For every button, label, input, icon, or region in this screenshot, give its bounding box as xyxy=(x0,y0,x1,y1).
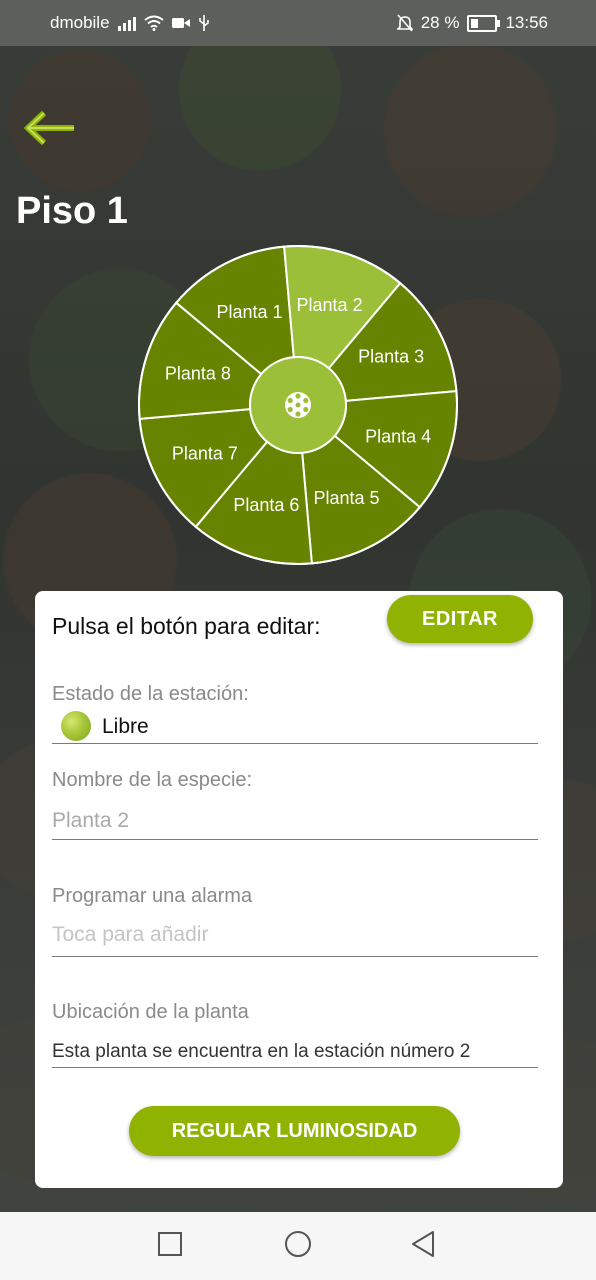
status-bar: dmobile 28 % 13:56 xyxy=(0,0,596,46)
species-input[interactable]: Planta 2 xyxy=(52,809,129,833)
divider xyxy=(52,743,538,744)
alarm-field[interactable]: Programar una alarma Toca para añadir xyxy=(52,885,538,957)
wheel-segment-label: Planta 3 xyxy=(358,347,424,367)
divider xyxy=(52,839,538,840)
species-field[interactable]: Nombre de la especie: Planta 2 xyxy=(52,769,538,841)
home-icon[interactable] xyxy=(284,1230,312,1258)
regulate-light-button[interactable]: REGULAR LUMINOSIDAD xyxy=(129,1106,460,1156)
location-value: Esta planta se encuentra en la estación … xyxy=(52,1041,471,1062)
status-indicator-icon xyxy=(61,711,91,741)
mute-bell-icon xyxy=(396,14,413,32)
station-status-value: Libre xyxy=(102,715,149,738)
location-label: Ubicación de la planta xyxy=(52,1001,249,1023)
signal-icon xyxy=(117,15,136,31)
wheel-segment-label: Planta 6 xyxy=(233,495,299,515)
wheel-segment-label: Planta 8 xyxy=(165,363,231,383)
wheel-segment-label: Planta 4 xyxy=(365,427,431,447)
alarm-label: Programar una alarma xyxy=(52,885,253,907)
clock-time: 13:56 xyxy=(505,13,548,32)
edit-button[interactable]: EDITAR xyxy=(387,595,533,643)
plant-wheel: Planta 1 Planta 2 Planta 3 Planta 4 Planta 5… xyxy=(138,245,458,565)
wifi-icon xyxy=(143,15,164,31)
location-field: Ubicación de la planta Esta planta se en… xyxy=(52,1001,538,1069)
edit-prompt: Pulsa el botón para editar: xyxy=(52,613,321,639)
wheel-segment-label: Planta 1 xyxy=(216,302,282,322)
station-status-label: Estado de la estación: xyxy=(52,683,249,705)
settings-compass-icon xyxy=(285,392,311,418)
divider xyxy=(52,1067,538,1068)
wheel-segment-label: Planta 7 xyxy=(172,443,238,463)
arrow-left-icon xyxy=(23,110,74,146)
alarm-input[interactable]: Toca para añadir xyxy=(52,923,208,947)
back-triangle-icon[interactable] xyxy=(410,1230,438,1258)
usb-icon xyxy=(198,15,209,31)
carrier-name: dmobile xyxy=(50,13,110,32)
wheel-segment-label: Planta 2 xyxy=(297,295,363,315)
plant-details-card: Pulsa el botón para editar: EDITAR Estad… xyxy=(35,591,563,1188)
battery-percent: 28 % xyxy=(420,13,460,32)
recent-apps-icon[interactable] xyxy=(156,1230,184,1258)
divider xyxy=(52,956,538,957)
species-label: Nombre de la especie: xyxy=(52,769,253,791)
back-button[interactable] xyxy=(22,108,78,148)
page-title: Piso 1 xyxy=(16,190,128,232)
navigation-bar xyxy=(0,1212,596,1280)
wheel-segment-label: Planta 5 xyxy=(313,488,379,508)
video-icon xyxy=(171,18,190,28)
battery-charging-icon xyxy=(467,14,501,32)
station-status-field: Estado de la estación: Libre xyxy=(52,683,538,745)
